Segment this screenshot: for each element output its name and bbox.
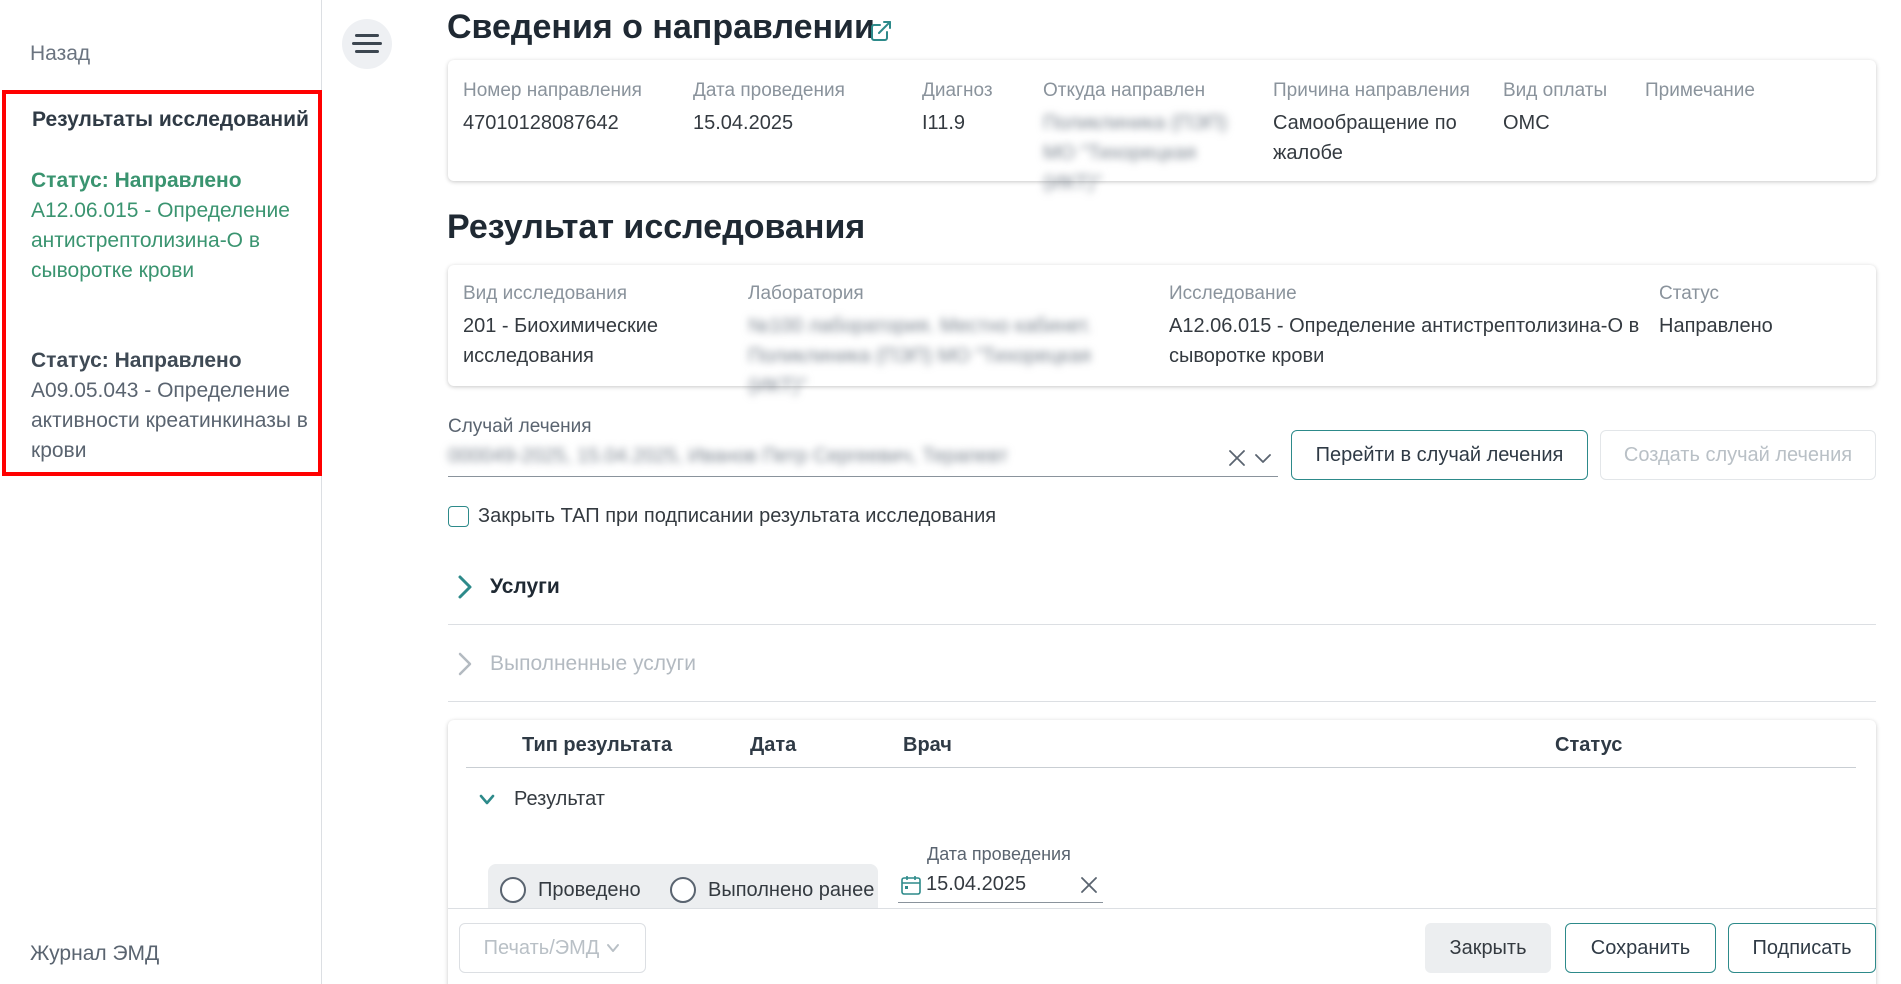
field-value: A12.06.015 - Определение антистрептолизи… <box>1169 315 1640 367</box>
column-header-date: Дата <box>750 734 797 756</box>
radio-done-label: Проведено <box>538 878 641 901</box>
print-emd-label: Печать/ЭМД <box>483 936 600 959</box>
referral-from-field: Откуда направлен Поликлиника (ПЭП) МО "Т… <box>1043 80 1258 198</box>
study-card: Вид исследования 201 - Биохимические исс… <box>448 265 1876 397</box>
clear-icon[interactable] <box>1226 447 1248 469</box>
referral-card: Номер направления 47010128087642 Дата пр… <box>448 60 1876 194</box>
field-label: Причина направления <box>1273 80 1470 101</box>
menu-toggle-button[interactable] <box>342 19 392 69</box>
field-value: Направлено <box>1659 315 1773 337</box>
radio-circle[interactable] <box>500 877 526 903</box>
referral-payment-field: Вид оплаты ОМС <box>1503 80 1607 138</box>
referral-title: Сведения о направлении <box>447 8 875 46</box>
referral-number-field: Номер направления 47010128087642 <box>463 80 642 138</box>
date-value: 15.04.2025 <box>926 873 1027 895</box>
sidebar: Назад Результаты исследований Статус: На… <box>0 0 322 984</box>
field-label: Исследование <box>1169 283 1297 304</box>
field-value: Самообращение по жалобе <box>1273 112 1457 164</box>
external-link-icon[interactable] <box>869 19 893 43</box>
chevron-down-icon[interactable] <box>1252 447 1274 469</box>
radio-done-earlier-label: Выполнено ранее <box>708 878 875 901</box>
treatment-case-value: 000049-2025, 15.04.2025, Иванов Петр Сер… <box>448 445 1009 467</box>
emd-journal-link[interactable]: Журнал ЭМД <box>30 942 159 966</box>
treatment-case-label: Случай лечения <box>448 416 592 437</box>
services-section-toggle[interactable]: Услуги <box>448 550 1876 625</box>
clear-icon[interactable] <box>1079 875 1099 895</box>
results-table-header: Тип результата Дата Врач Статус <box>466 720 1856 768</box>
nav-title: Результаты исследований <box>32 108 309 131</box>
field-label: Дата проведения <box>693 80 845 101</box>
column-header-status: Статус <box>1555 734 1623 756</box>
done-services-section-label: Выполненные услуги <box>490 652 696 675</box>
referral-diagnosis-field: Диагноз I11.9 <box>922 80 993 138</box>
nav-item-study-1[interactable]: Статус: Направлено A12.06.015 - Определе… <box>31 166 316 286</box>
chevron-down-icon <box>607 944 620 952</box>
result-row-toggle[interactable]: Результат <box>478 788 605 811</box>
services-section-label: Услуги <box>490 575 560 598</box>
field-label: Лаборатория <box>748 283 864 304</box>
save-button[interactable]: Сохранить <box>1565 923 1716 973</box>
field-value: 47010128087642 <box>463 112 619 134</box>
chevron-down-icon <box>479 794 495 804</box>
back-link[interactable]: Назад <box>30 42 90 66</box>
hamburger-icon <box>355 34 379 37</box>
radio-circle[interactable] <box>670 877 696 903</box>
field-value-blurred: Поликлиника (ПЭП) МО "Тихорецкая (ИКТ)" <box>1043 112 1228 194</box>
print-emd-button[interactable]: Печать/ЭМД <box>459 923 646 973</box>
close-tap-checkbox-row[interactable]: Закрыть ТАП при подписании результата ис… <box>448 505 996 528</box>
study-results-nav: Результаты исследований Статус: Направле… <box>2 90 322 476</box>
footer-action-bar: Печать/ЭМД Закрыть Сохранить Подписать <box>448 908 1876 984</box>
nav-item-desc: A09.05.043 - Определение активности креа… <box>31 379 308 462</box>
referral-reason-field: Причина направления Самообращение по жал… <box>1273 80 1483 168</box>
close-tap-checkbox[interactable] <box>448 506 469 527</box>
sign-button[interactable]: Подписать <box>1728 923 1876 973</box>
nav-item-status: Статус: Направлено <box>31 349 242 372</box>
column-header-result-type: Тип результата <box>522 734 673 756</box>
chevron-right-icon <box>458 575 472 599</box>
close-tap-checkbox-label: Закрыть ТАП при подписании результата ис… <box>478 505 997 527</box>
field-value-blurred: №100 лаборатория. Местно кабинет. Поликл… <box>748 315 1092 397</box>
field-value: ОМС <box>1503 112 1550 134</box>
field-label: Откуда направлен <box>1043 80 1206 101</box>
field-label: Статус <box>1659 283 1720 304</box>
field-label: Номер направления <box>463 80 642 101</box>
result-row-label: Результат <box>514 788 605 810</box>
field-label: Вид оплаты <box>1503 80 1608 101</box>
nav-item-status: Статус: Направлено <box>31 169 242 192</box>
create-treatment-case-button[interactable]: Создать случай лечения <box>1600 430 1876 480</box>
date-input[interactable]: 15.04.2025 <box>898 868 1103 903</box>
study-status-field: Статус Направлено <box>1659 283 1773 341</box>
study-research-field: Исследование A12.06.015 - Определение ан… <box>1169 283 1649 371</box>
field-label: Примечание <box>1645 80 1755 101</box>
chevron-right-icon <box>458 652 472 676</box>
date-field-label: Дата проведения <box>927 844 1071 864</box>
field-label: Вид исследования <box>463 283 627 304</box>
column-header-doctor: Врач <box>903 734 952 756</box>
field-value: 201 - Биохимические исследования <box>463 315 659 367</box>
close-button[interactable]: Закрыть <box>1425 923 1551 973</box>
treatment-case-select[interactable]: 000049-2025, 15.04.2025, Иванов Петр Сер… <box>448 441 1278 477</box>
study-type-field: Вид исследования 201 - Биохимические исс… <box>463 283 713 371</box>
field-value: 15.04.2025 <box>693 112 794 134</box>
study-lab-field: Лаборатория №100 лаборатория. Местно каб… <box>748 283 1148 401</box>
hamburger-icon-line <box>352 42 382 45</box>
nav-item-desc: A12.06.015 - Определение антистрептолизи… <box>31 199 290 282</box>
study-result-title: Результат исследования <box>447 208 866 246</box>
field-value: I11.9 <box>922 112 965 134</box>
goto-treatment-case-button[interactable]: Перейти в случай лечения <box>1291 430 1588 480</box>
done-services-section-toggle[interactable]: Выполненные услуги <box>448 627 1876 702</box>
referral-note-field: Примечание <box>1645 80 1755 108</box>
nav-item-study-2[interactable]: Статус: Направлено A09.05.043 - Определе… <box>31 346 316 466</box>
hamburger-icon-line <box>355 50 379 53</box>
referral-date-field: Дата проведения 15.04.2025 <box>693 80 845 138</box>
field-label: Диагноз <box>922 80 993 101</box>
calendar-icon[interactable] <box>900 874 922 896</box>
